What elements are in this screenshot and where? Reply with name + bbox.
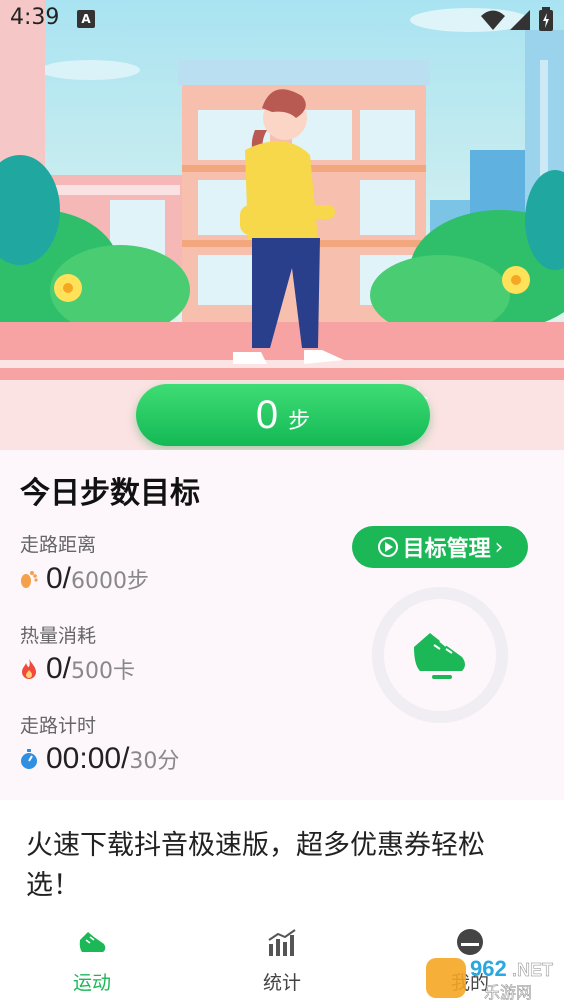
step-value: 0 (255, 392, 279, 437)
time-goal: 30分 (129, 749, 180, 774)
distance-row: 0/ 6000步 (18, 562, 149, 596)
svg-text:乐游网: 乐游网 (484, 983, 532, 1002)
site-watermark-logo: 962 .NET 乐游网 (426, 956, 553, 1002)
time-value: 00:00/ (46, 742, 130, 775)
distance-label: 走路距离 (20, 534, 97, 556)
stopwatch-icon (21, 749, 37, 769)
calorie-label: 热量消耗 (20, 625, 97, 647)
tab-statistics[interactable]: 统计 (222, 928, 342, 995)
footprints-icon (21, 571, 38, 588)
distance-goal: 6000步 (71, 569, 150, 594)
goal-management-label: 目标管理 (402, 537, 491, 562)
time-row: 00:00/ 30分 (18, 742, 179, 776)
tab-exercise-label: 运动 (72, 972, 111, 994)
calorie-goal: 500卡 (71, 659, 136, 684)
tab-statistics-label: 统计 (262, 972, 301, 994)
bar-chart-icon (268, 929, 296, 956)
tab-exercise[interactable]: 运动 (32, 928, 152, 995)
progress-ring (372, 587, 508, 723)
step-unit: 步 (288, 409, 311, 434)
signal-icon (510, 10, 530, 30)
distance-value: 0/ (46, 562, 72, 595)
notification-icon: A (77, 10, 95, 28)
calorie-row: 0/ 500卡 (18, 652, 135, 686)
goal-management-button[interactable]: 目标管理 › (352, 526, 528, 568)
hero-illustration (0, 0, 564, 450)
battery-icon (539, 7, 553, 31)
status-time: 4:39 (10, 5, 60, 30)
time-label: 走路计时 (20, 715, 97, 737)
calorie-value: 0/ (46, 652, 72, 685)
flame-icon (22, 659, 36, 679)
svg-text:.NET: .NET (512, 960, 553, 980)
chevron-right-icon: › (494, 534, 504, 560)
step-counter-pill: 0 步 (136, 384, 430, 446)
wifi-icon (481, 10, 505, 30)
sneaker-icon (414, 633, 465, 679)
play-circle-icon (377, 537, 398, 557)
sneaker-icon (79, 932, 106, 952)
card-title: 今日步数目标 (20, 476, 200, 511)
svg-text:962: 962 (470, 956, 507, 981)
ad-banner-text[interactable]: 火速下载抖音极速版，超多优惠券轻松选！ (26, 826, 536, 906)
status-bar: 4:39 A (0, 0, 564, 38)
